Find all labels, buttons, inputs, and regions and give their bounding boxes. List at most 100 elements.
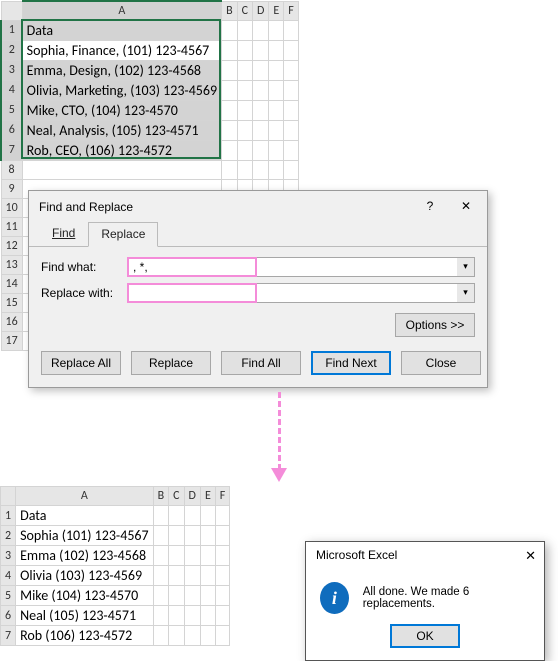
- cell[interactable]: [169, 626, 184, 646]
- cell[interactable]: [169, 586, 184, 606]
- row-header[interactable]: 6: [1, 606, 16, 626]
- cell[interactable]: [153, 626, 169, 646]
- cell[interactable]: [169, 546, 184, 566]
- cell[interactable]: [200, 566, 215, 586]
- cell[interactable]: [215, 546, 230, 566]
- cell[interactable]: [200, 626, 215, 646]
- row-header[interactable]: 11: [1, 217, 22, 236]
- tab-replace[interactable]: Replace: [88, 222, 158, 247]
- cell[interactable]: [284, 80, 299, 100]
- replace-button[interactable]: Replace: [131, 351, 211, 375]
- row-header[interactable]: 13: [1, 255, 22, 274]
- row-header[interactable]: 12: [1, 236, 22, 255]
- cell[interactable]: Sophia, Finance, (101) 123-4567: [22, 40, 221, 60]
- cell[interactable]: Olivia, Marketing, (103) 123-4569: [22, 80, 221, 100]
- cell[interactable]: [200, 546, 215, 566]
- cell[interactable]: [222, 60, 238, 80]
- cell[interactable]: [284, 20, 299, 40]
- cell[interactable]: [284, 60, 299, 80]
- cell[interactable]: [253, 100, 269, 120]
- cell[interactable]: [253, 120, 269, 140]
- cell[interactable]: [200, 506, 215, 526]
- row-header[interactable]: 6: [1, 120, 22, 140]
- row-header[interactable]: 17: [1, 331, 22, 350]
- cell[interactable]: [153, 546, 169, 566]
- cell[interactable]: [253, 80, 269, 100]
- cell[interactable]: [153, 566, 169, 586]
- row-header[interactable]: 9: [1, 179, 22, 198]
- row-header[interactable]: 8: [1, 160, 22, 179]
- cell[interactable]: [284, 140, 299, 160]
- cell[interactable]: [253, 20, 269, 40]
- cell[interactable]: [222, 140, 238, 160]
- replace-with-dropdown[interactable]: ▾: [457, 283, 475, 303]
- cell[interactable]: [169, 566, 184, 586]
- cell[interactable]: Sophia (101) 123-4567: [16, 526, 154, 546]
- cell[interactable]: [184, 586, 200, 606]
- cell[interactable]: Data: [22, 20, 221, 40]
- cell[interactable]: [284, 160, 299, 179]
- row-header[interactable]: 1: [1, 506, 16, 526]
- cell[interactable]: [153, 606, 169, 626]
- cell[interactable]: [269, 20, 284, 40]
- cell[interactable]: [253, 160, 269, 179]
- cell[interactable]: [253, 60, 269, 80]
- cell[interactable]: Mike (104) 123-4570: [16, 586, 154, 606]
- row-header[interactable]: 16: [1, 312, 22, 331]
- row-header[interactable]: 1: [1, 20, 22, 40]
- row-header[interactable]: 2: [1, 526, 16, 546]
- cell[interactable]: [222, 100, 238, 120]
- cell[interactable]: Rob (106) 123-4572: [16, 626, 154, 646]
- cell[interactable]: [269, 140, 284, 160]
- row-header[interactable]: 10: [1, 198, 22, 217]
- cell[interactable]: Rob, CEO, (106) 123-4572: [22, 140, 221, 160]
- column-header[interactable]: B: [222, 1, 238, 20]
- column-header[interactable]: B: [153, 487, 169, 506]
- cell[interactable]: [284, 100, 299, 120]
- cell[interactable]: [22, 160, 221, 179]
- cell[interactable]: [153, 526, 169, 546]
- cell[interactable]: [169, 526, 184, 546]
- cell[interactable]: [169, 606, 184, 626]
- replace-all-button[interactable]: Replace All: [41, 351, 121, 375]
- row-header[interactable]: 7: [1, 626, 16, 646]
- close-button[interactable]: Close: [401, 351, 481, 375]
- cell[interactable]: [237, 40, 252, 60]
- row-header[interactable]: 4: [1, 566, 16, 586]
- tab-find[interactable]: Find: [39, 221, 88, 246]
- cell[interactable]: [269, 100, 284, 120]
- dialog-close-button[interactable]: ✕: [453, 197, 479, 217]
- cell[interactable]: [269, 60, 284, 80]
- find-all-button[interactable]: Find All: [221, 351, 301, 375]
- column-header[interactable]: E: [200, 487, 215, 506]
- row-header[interactable]: 5: [1, 100, 22, 120]
- cell[interactable]: [253, 140, 269, 160]
- cell[interactable]: [237, 80, 252, 100]
- cell[interactable]: [222, 160, 238, 179]
- cell[interactable]: Neal, Analysis, (105) 123-4571: [22, 120, 221, 140]
- cell[interactable]: [222, 120, 238, 140]
- cell[interactable]: [215, 626, 230, 646]
- cell[interactable]: Mike, CTO, (104) 123-4570: [22, 100, 221, 120]
- column-header[interactable]: C: [237, 1, 252, 20]
- options-button[interactable]: Options >>: [395, 313, 475, 337]
- row-header[interactable]: 15: [1, 293, 22, 312]
- replace-with-input[interactable]: [127, 283, 257, 303]
- spreadsheet-after[interactable]: ABCDEF1Data2Sophia (101) 123-45673Emma (…: [0, 486, 230, 646]
- cell[interactable]: [184, 566, 200, 586]
- cell[interactable]: [237, 100, 252, 120]
- cell[interactable]: [237, 20, 252, 40]
- cell[interactable]: [184, 546, 200, 566]
- cell[interactable]: [215, 606, 230, 626]
- cell[interactable]: [184, 526, 200, 546]
- cell[interactable]: [284, 120, 299, 140]
- cell[interactable]: [169, 506, 184, 526]
- dialog-titlebar[interactable]: Find and Replace ? ✕: [29, 191, 487, 221]
- cell[interactable]: [184, 506, 200, 526]
- help-button[interactable]: ?: [417, 197, 443, 217]
- cell[interactable]: [269, 160, 284, 179]
- column-header[interactable]: F: [284, 1, 299, 20]
- cell[interactable]: [153, 586, 169, 606]
- row-header[interactable]: 3: [1, 546, 16, 566]
- column-header[interactable]: C: [169, 487, 184, 506]
